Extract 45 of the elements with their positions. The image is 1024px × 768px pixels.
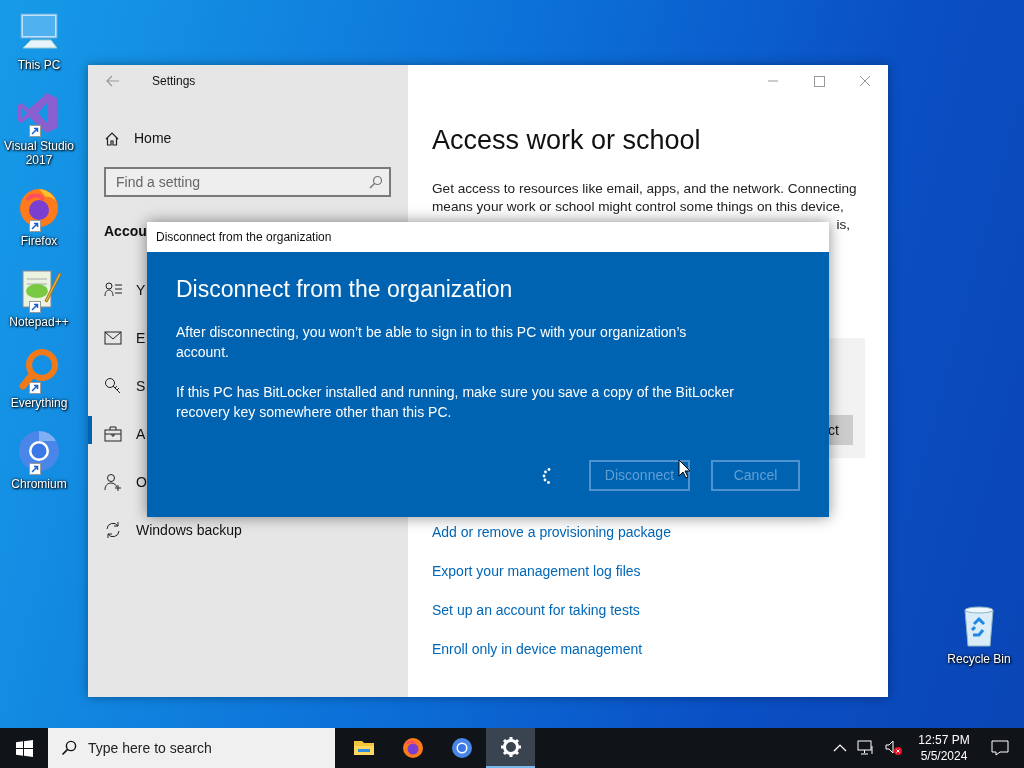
- clock-time[interactable]: 12:57 PM: [912, 732, 976, 748]
- sync-icon: [104, 521, 122, 539]
- network-icon[interactable]: [857, 740, 875, 756]
- clock-date[interactable]: 5/5/2024: [912, 748, 976, 764]
- person-list-icon: [104, 281, 122, 299]
- nav-item[interactable]: Y: [136, 279, 146, 301]
- key-icon: [104, 377, 122, 395]
- nav-item[interactable]: S: [136, 375, 146, 397]
- search-icon: [61, 740, 77, 756]
- window-title: Settings: [152, 73, 196, 90]
- nav-item[interactable]: O: [136, 471, 147, 493]
- icon-label[interactable]: Recycle Bin: [947, 652, 1011, 666]
- icon-label[interactable]: Everything: [10, 396, 68, 410]
- person-add-icon: [104, 473, 122, 491]
- volume-muted-icon[interactable]: [885, 740, 903, 756]
- dialog-text: If this PC has BitLocker installed and running, make sure you save a copy of the BitLocker recovery key somewhere other than this PC.: [176, 383, 735, 422]
- home-link[interactable]: Home: [134, 128, 172, 149]
- icon-label[interactable]: This PC: [17, 58, 61, 72]
- dialog-text: After disconnecting, you won’t be able to sign in to this PC with your organization’s account.: [176, 323, 688, 362]
- mouse-cursor-icon: [678, 459, 691, 479]
- section-heading: Accou: [104, 222, 147, 241]
- settings-link[interactable]: Enroll only in device management: [432, 639, 643, 659]
- icon-label[interactable]: Notepad++: [9, 315, 69, 329]
- settings-link[interactable]: Set up an account for taking tests: [432, 600, 640, 620]
- icon-label[interactable]: Visual Studio 2017: [0, 139, 78, 167]
- chevron-up-icon[interactable]: [833, 743, 847, 753]
- briefcase-icon: [104, 425, 122, 443]
- nav-item[interactable]: E: [136, 327, 146, 349]
- settings-link[interactable]: Export your management log files: [432, 561, 641, 581]
- search-icon: [369, 175, 383, 189]
- icon-label[interactable]: Chromium: [11, 477, 67, 491]
- taskbar-search-field[interactable]: Type here to search: [48, 728, 335, 768]
- settings-link[interactable]: Add or remove a provisioning package: [432, 522, 671, 542]
- dialog-title: Disconnect from the organization: [156, 229, 332, 246]
- description-text: is,: [836, 217, 850, 232]
- icon-label[interactable]: Firefox: [20, 234, 58, 248]
- search-field[interactable]: Find a setting: [104, 167, 391, 197]
- dialog-heading: Disconnect from the organization: [176, 275, 514, 304]
- windows-logo-icon: [15, 739, 33, 757]
- page-heading: Access work or school: [432, 124, 702, 157]
- nav-item[interactable]: A: [136, 423, 146, 445]
- settings-icon[interactable]: [486, 728, 535, 768]
- home-icon: [104, 130, 120, 147]
- nav-item[interactable]: Windows backup: [136, 519, 242, 541]
- mail-icon: [104, 329, 122, 347]
